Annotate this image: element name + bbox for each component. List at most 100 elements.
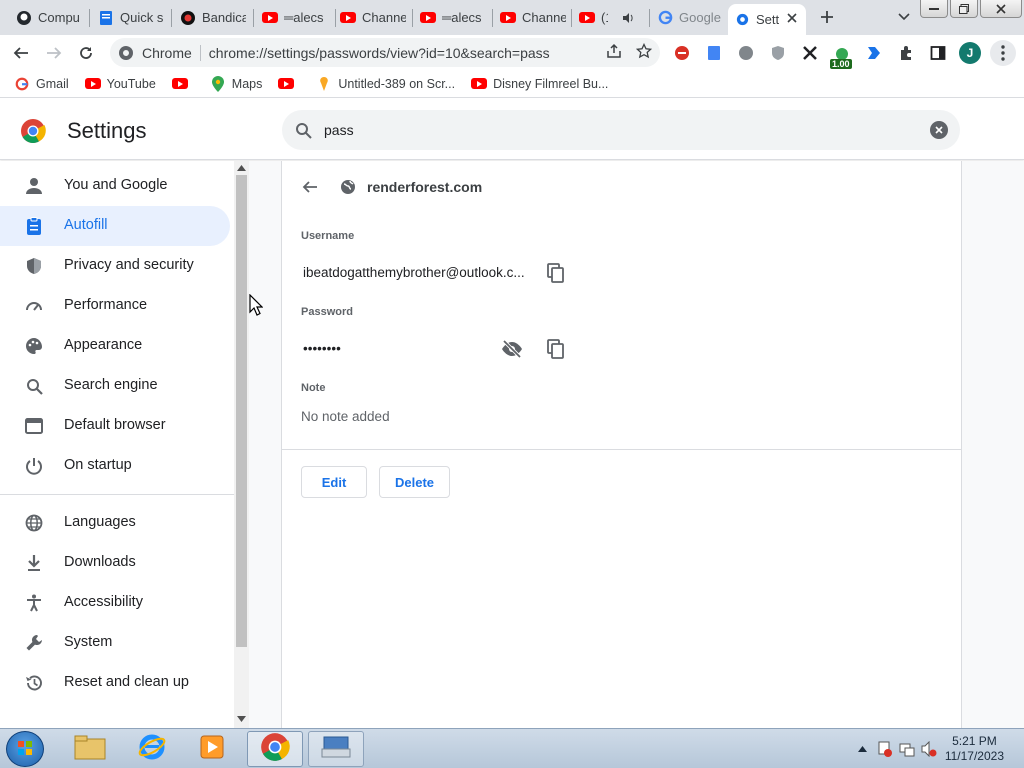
profile-avatar[interactable]: J (958, 41, 982, 65)
show-hidden-icons[interactable] (855, 741, 871, 757)
sidebar-item-autofill[interactable]: Autofill (0, 206, 230, 246)
tab-youtube-2[interactable]: Channe (334, 4, 412, 31)
back-button[interactable] (8, 40, 34, 66)
address-bar[interactable]: Chrome chrome://settings/passwords/view?… (110, 38, 660, 67)
tab-quick[interactable]: Quick s (92, 4, 170, 31)
scroll-up-icon[interactable] (237, 164, 246, 172)
hide-password-icon[interactable] (500, 337, 524, 361)
scratch-icon (316, 76, 332, 92)
bookmark-gmail[interactable]: Gmail (14, 76, 69, 92)
adblock-icon[interactable] (670, 41, 694, 65)
tools-ext-icon[interactable] (798, 41, 822, 65)
scroll-down-icon[interactable] (237, 715, 246, 723)
gear-icon (734, 12, 750, 28)
docs-ext-icon[interactable] (702, 41, 726, 65)
close-window-button[interactable] (980, 0, 1022, 18)
sidebar-item-downloads[interactable]: Downloads (0, 543, 230, 583)
browser-icon (24, 416, 44, 436)
sidebar-scrollbar[interactable] (234, 161, 249, 728)
edit-button[interactable]: Edit (301, 466, 367, 498)
tab-bandicam[interactable]: Bandica (174, 4, 252, 31)
taskbar-explorer[interactable] (62, 731, 118, 767)
keyboard-icon (321, 735, 351, 764)
sidebar-item-reset[interactable]: Reset and clean up (0, 663, 230, 703)
share-icon[interactable] (606, 43, 622, 62)
grey-ext-icon[interactable] (734, 41, 758, 65)
bookmark-maps[interactable]: Maps (210, 75, 262, 92)
volume-muted-icon[interactable] (921, 741, 937, 757)
bookmark-youtube-3[interactable] (278, 76, 300, 92)
tab-settings[interactable]: Sett (728, 4, 806, 35)
tab-youtube-1[interactable]: ═alecs (256, 4, 334, 31)
speed-ext-icon[interactable]: 1.00 (830, 41, 854, 69)
tab-compu[interactable]: Compu (10, 4, 88, 31)
start-button[interactable] (6, 731, 44, 767)
search-icon (24, 376, 44, 396)
settings-search-input[interactable]: pass (282, 110, 960, 150)
bandicam-icon (180, 10, 196, 26)
bookmark-scratch[interactable]: Untitled-389 on Scr... (316, 76, 455, 92)
page-title: Settings (67, 118, 147, 143)
speaker-icon[interactable] (620, 10, 636, 26)
sidebar-item-privacy[interactable]: Privacy and security (0, 246, 230, 286)
bookmark-youtube[interactable]: YouTube (84, 76, 156, 92)
url-text[interactable]: chrome://settings/passwords/view?id=10&s… (209, 45, 550, 61)
scroll-thumb[interactable] (236, 175, 247, 647)
youtube-icon (262, 10, 278, 26)
palette-icon (24, 336, 44, 356)
bookmark-youtube-2[interactable] (171, 76, 194, 92)
new-tab-button[interactable] (816, 6, 838, 28)
taskbar-chrome[interactable] (247, 731, 303, 767)
close-tab-icon[interactable] (784, 10, 800, 26)
sidebar-item-languages[interactable]: Languages (0, 503, 230, 543)
taskbar-media[interactable] (184, 731, 240, 767)
minimize-button[interactable] (920, 0, 948, 18)
folder-icon (74, 734, 106, 765)
sidebar-item-appearance[interactable]: Appearance (0, 326, 230, 366)
bookmark-star-icon[interactable] (635, 42, 653, 62)
sidebar-item-search-engine[interactable]: Search engine (0, 366, 230, 406)
action-center-icon[interactable] (877, 741, 893, 757)
tab-youtube-3[interactable]: ═alecs (414, 4, 492, 31)
reload-button[interactable] (73, 40, 99, 66)
person-icon (24, 176, 44, 196)
tab-youtube-5[interactable]: (1) (573, 4, 648, 31)
clock[interactable]: 5:21 PM 11/17/2023 (945, 734, 1004, 764)
clear-search-icon[interactable] (930, 121, 948, 139)
sidebar-item-default-browser[interactable]: Default browser (0, 406, 230, 446)
sidebar-item-you-and-google[interactable]: You and Google (0, 166, 230, 206)
sidebar-item-performance[interactable]: Performance (0, 286, 230, 326)
clock-time: 5:21 PM (952, 734, 997, 748)
puzzle-icon[interactable] (894, 41, 918, 65)
bookmark-disney[interactable]: Disney Filmreel Bu... (471, 76, 608, 92)
sidebar-item-accessibility[interactable]: Accessibility (0, 583, 230, 623)
browser-toolbar: Chrome chrome://settings/passwords/view?… (0, 35, 1024, 70)
tab-youtube-4[interactable]: Channe (494, 4, 572, 31)
side-panel-icon[interactable] (926, 41, 950, 65)
username-value[interactable]: ibeatdogatthemybrother@outlook.c... (303, 265, 525, 280)
back-arrow-icon[interactable] (300, 177, 320, 197)
sidebar-item-system[interactable]: System (0, 623, 230, 663)
restore-button[interactable] (950, 0, 978, 18)
copy-username-icon[interactable] (544, 261, 568, 285)
tab-google[interactable]: Google (651, 4, 728, 31)
internet-explorer-icon (137, 732, 167, 767)
sidebar-item-on-startup[interactable]: On startup (0, 446, 230, 486)
taskbar-osk[interactable] (308, 731, 364, 767)
delete-button[interactable]: Delete (379, 466, 450, 498)
tab-search-chevron-icon[interactable] (894, 8, 914, 26)
shield-ext-icon[interactable] (766, 41, 790, 65)
network-icon[interactable] (899, 741, 915, 757)
play-ext-icon[interactable] (862, 41, 886, 65)
wrench-icon (24, 633, 44, 653)
globe-icon (341, 180, 355, 194)
site-name: renderforest.com (367, 179, 483, 195)
password-value[interactable]: •••••••• (303, 341, 341, 356)
copy-password-icon[interactable] (544, 337, 568, 361)
taskbar-ie[interactable] (124, 731, 180, 767)
speedometer-icon (24, 296, 44, 316)
tab-strip: Compu Quick s Bandica ═alecs Channe ═ale… (0, 0, 1024, 35)
globe-icon (24, 513, 44, 533)
kebab-menu-icon[interactable] (990, 40, 1016, 66)
forward-button[interactable] (41, 40, 67, 66)
